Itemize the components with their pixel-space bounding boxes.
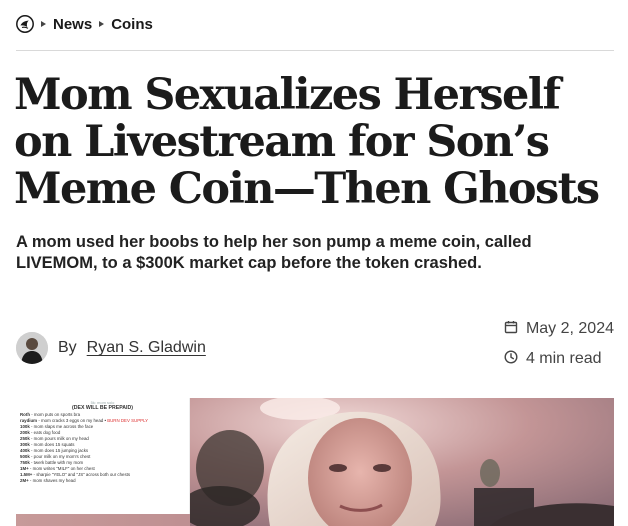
goal-text: - sharpie "YELO" and "JS" across both ou…	[32, 472, 131, 477]
goal-amount: 400k	[20, 448, 30, 453]
goal-text: - mom puts on sports bra	[30, 412, 81, 417]
goal-list-rows: Roth - mom puts on sports bra raydium - m…	[20, 412, 185, 484]
goal-list-title: (DEX WILL BE PREPAID)	[72, 405, 133, 411]
goal-amount: 100k	[20, 424, 30, 429]
goal-amount: 300k	[20, 442, 30, 447]
article-dek: A mom used her boobs to help her son pum…	[16, 233, 532, 272]
breadcrumb-separator-icon	[41, 21, 46, 27]
goal-list-row: 2M+ - mom shaves my head	[20, 478, 185, 484]
goal-amount: 200k	[20, 430, 30, 435]
read-time: 4 min read	[525, 350, 602, 367]
goal-amount: 1.5M+	[20, 472, 33, 477]
breadcrumb-news-link[interactable]: News	[53, 16, 92, 33]
goal-amount: Roth	[20, 412, 30, 417]
breadcrumb-separator-icon	[99, 21, 105, 27]
goal-text: - pour milk on my mom's chest	[29, 454, 91, 459]
goal-text: - mom writes "MILF" on her chest	[28, 466, 95, 471]
goal-text: - mom does 15 squats	[29, 442, 75, 447]
byline-prefix: By	[58, 339, 77, 356]
daily-beast-logo-icon[interactable]	[16, 15, 34, 33]
author-avatar[interactable]	[16, 332, 48, 364]
goal-amount: 1M+	[20, 466, 29, 471]
goal-text: - mom slaps me across the face	[29, 424, 94, 429]
clock-icon	[504, 349, 518, 369]
goal-amount: 250k	[20, 436, 30, 441]
goal-text: - mom shaves my head	[28, 478, 76, 483]
article-meta: May 2, 2024 4 min read	[504, 320, 614, 368]
read-time-row: 4 min read	[504, 349, 614, 369]
livestream-photo	[190, 398, 614, 526]
author-link[interactable]: Ryan S. Gladwin	[87, 339, 206, 357]
breadcrumb: News Coins	[16, 12, 153, 36]
goal-text: - eats dog food	[29, 430, 61, 435]
article-headline: Mom Sexualizes Herself on Livestream for…	[14, 70, 600, 214]
breadcrumb-coins-link[interactable]: Coins	[111, 16, 153, 33]
goal-amount: raydium	[20, 418, 38, 423]
goal-text: - mom cracks 3 eggs on my head •	[37, 418, 106, 423]
calendar-icon	[504, 320, 518, 339]
byline: By Ryan S. Gladwin	[16, 332, 206, 364]
publish-date: May 2, 2024	[525, 320, 614, 337]
livestream-goal-list: 5k: mom solo (DEX WILL BE PREPAID) Roth …	[16, 398, 190, 514]
goal-amount: 2M+	[20, 478, 29, 483]
goal-amount: 500k	[20, 454, 30, 459]
goal-text: - mom pours milk on my head	[29, 436, 89, 441]
publish-date-row: May 2, 2024	[504, 320, 614, 338]
goal-text: - mom does 15 jumping jacks	[29, 448, 89, 453]
goal-highlight: BURN DEV SUPPLY	[105, 418, 149, 423]
goal-amount: 750k	[20, 460, 30, 465]
goal-text: - twerk battle with my mom	[29, 460, 84, 465]
hero-image: 5k: mom solo (DEX WILL BE PREPAID) Roth …	[16, 398, 614, 526]
header-divider	[16, 50, 614, 51]
